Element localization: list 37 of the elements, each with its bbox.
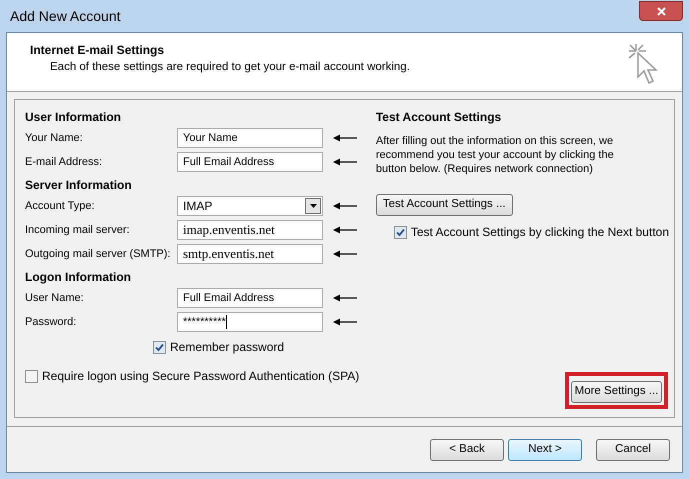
- section-heading: Logon Information: [25, 269, 132, 286]
- header-title: Internet E-mail Settings: [30, 42, 166, 59]
- field-label: Account Type:: [25, 198, 96, 214]
- dialog-button[interactable]: < Back: [430, 438, 504, 460]
- checkbox-label: Remember password: [170, 339, 284, 356]
- field-label: Password:: [25, 314, 78, 330]
- checkbox[interactable]: [25, 370, 38, 382]
- account-type-dropdown[interactable]: IMAP: [177, 196, 323, 216]
- input-field[interactable]: Full Email Address: [177, 152, 323, 172]
- window-title: Add New Account: [9, 6, 121, 26]
- section-heading: Server Information: [25, 177, 133, 194]
- field-label: User Name:: [25, 290, 85, 306]
- checkbox-label: Test Account Settings by clicking the Next button: [410, 224, 669, 241]
- input-field[interactable]: imap.enventis.net: [177, 220, 323, 240]
- field-label: Your Name:: [25, 130, 84, 146]
- section-heading: Test Account Settings: [376, 109, 502, 126]
- close-icon: [656, 6, 666, 16]
- password-field[interactable]: **********: [177, 312, 323, 332]
- field-label: Outgoing mail server (SMTP):: [25, 246, 172, 262]
- section-heading: User Information: [25, 109, 122, 126]
- close-button[interactable]: [639, 1, 683, 21]
- input-field[interactable]: smtp.enventis.net: [177, 244, 323, 264]
- input-field[interactable]: Full Email Address: [177, 288, 323, 308]
- field-label: Incoming mail server:: [25, 222, 131, 238]
- input-field[interactable]: Your Name: [177, 128, 323, 148]
- checkbox[interactable]: [394, 226, 407, 238]
- checkbox[interactable]: [153, 340, 166, 354]
- header-subtitle: Each of these settings are required to get your e-mail account working.: [49, 60, 410, 75]
- checkbox-label: Require logon using Secure Password Authentication (SPA): [42, 368, 360, 385]
- more-settings-button[interactable]: More Settings ...: [571, 381, 662, 403]
- checkmark-icon: [396, 228, 405, 236]
- dialog-button[interactable]: Cancel: [596, 438, 670, 460]
- field-label: E-mail Address:: [25, 154, 104, 170]
- test-account-settings-button[interactable]: Test Account Settings ...: [376, 194, 513, 216]
- dialog-button[interactable]: Next >: [508, 438, 582, 460]
- test-description: After filling out the information on this screen, we recommend you test your account by clicking the button below. (Requires network connection): [376, 134, 615, 176]
- checkmark-icon: [155, 342, 164, 352]
